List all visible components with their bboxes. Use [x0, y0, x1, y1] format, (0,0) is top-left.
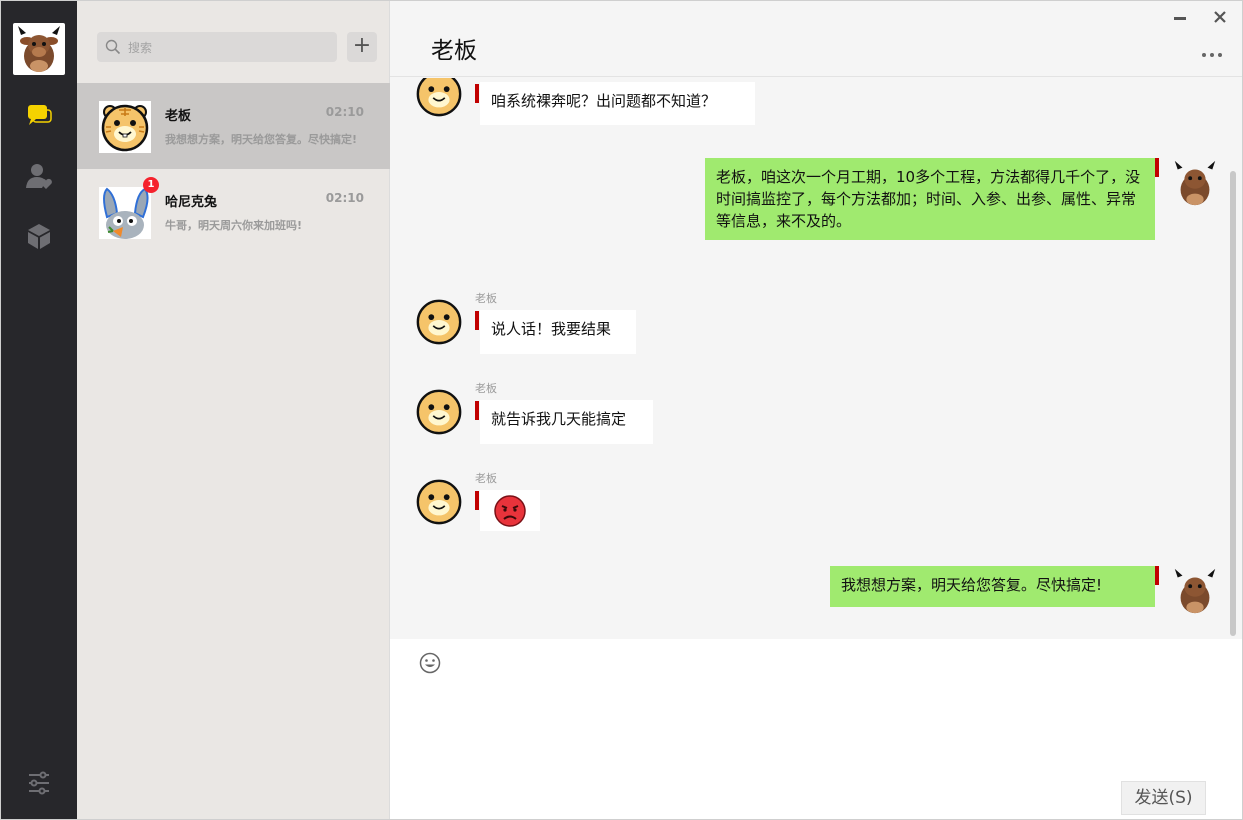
send-button[interactable]: 发送(S) — [1121, 781, 1206, 815]
message-marker — [475, 84, 479, 103]
contact-list-panel: 搜索 + 老板 02:10 我想想方案，明天给您答复。尽快搞定! 1 哈尼克兔 … — [77, 1, 390, 819]
chat-panel: 老板 咱系统裸奔呢？出问题都不知道？ 老板，咱这次一个月工期，10多个工程，方法… — [390, 1, 1242, 819]
avatar — [1170, 566, 1220, 616]
angry-face-icon — [494, 495, 526, 527]
chat-app-window: 搜索 + 老板 02:10 我想想方案，明天给您答复。尽快搞定! 1 哈尼克兔 … — [0, 0, 1243, 820]
contact-name: 老板 — [165, 109, 192, 124]
chat-title: 老板 — [431, 38, 477, 64]
settings-sliders-icon[interactable] — [25, 769, 53, 797]
message-marker — [475, 311, 479, 330]
contact-time: 02:10 — [325, 105, 364, 119]
contact-item-boss[interactable]: 老板 02:10 我想想方案，明天给您答复。尽快搞定! — [77, 83, 390, 169]
contact-item-rabbit[interactable]: 1 哈尼克兔 02:10 牛哥，明天周六你来加班吗! — [77, 169, 390, 255]
avatar — [414, 296, 464, 346]
contacts-icon[interactable] — [25, 162, 53, 190]
sender-name: 老板 — [475, 292, 497, 305]
minimize-icon[interactable] — [1172, 7, 1188, 27]
scrollbar[interactable] — [1230, 171, 1236, 636]
search-input[interactable]: 搜索 — [97, 32, 337, 62]
message-marker — [475, 401, 479, 420]
box-icon[interactable] — [25, 222, 53, 250]
more-options-icon[interactable] — [1200, 47, 1224, 61]
close-icon[interactable] — [1212, 7, 1228, 27]
message-bubble: 说人话！我要结果 — [480, 310, 636, 354]
contact-preview: 我想想方案，明天给您答复。尽快搞定! — [165, 133, 358, 146]
unread-badge: 1 — [143, 177, 159, 193]
avatar — [414, 78, 464, 118]
contact-name: 哈尼克兔 — [165, 195, 218, 210]
message-bubble — [480, 490, 540, 531]
my-avatar[interactable] — [13, 23, 65, 75]
chat-icon[interactable] — [25, 101, 53, 129]
message-marker — [1155, 158, 1159, 177]
search-placeholder: 搜索 — [128, 41, 153, 55]
message-composer[interactable]: 发送(S) — [390, 639, 1242, 819]
contact-preview: 牛哥，明天周六你来加班吗! — [165, 219, 303, 232]
avatar — [99, 187, 151, 239]
message-bubble: 就告诉我几天能搞定 — [480, 400, 653, 444]
message-bubble: 我想想方案，明天给您答复。尽快搞定! — [830, 566, 1155, 607]
sender-name: 老板 — [475, 382, 497, 395]
add-contact-button[interactable]: + — [347, 32, 377, 62]
sender-name: 老板 — [475, 472, 497, 485]
message-marker — [1155, 566, 1159, 585]
message-list[interactable]: 咱系统裸奔呢？出问题都不知道？ 老板，咱这次一个月工期，10多个工程，方法都得几… — [390, 78, 1242, 639]
left-rail — [1, 1, 77, 819]
avatar — [414, 386, 464, 436]
contact-time: 02:10 — [325, 191, 364, 205]
avatar — [414, 476, 464, 526]
message-bubble: 咱系统裸奔呢？出问题都不知道？ — [480, 82, 755, 125]
message-marker — [475, 491, 479, 510]
search-icon — [105, 39, 121, 55]
avatar — [99, 101, 151, 153]
chat-header: 老板 — [390, 1, 1242, 77]
avatar — [1170, 158, 1220, 208]
message-bubble: 老板，咱这次一个月工期，10多个工程，方法都得几千个了，没时间搞监控了，每个方法… — [705, 158, 1155, 240]
emoji-icon[interactable] — [419, 652, 441, 674]
